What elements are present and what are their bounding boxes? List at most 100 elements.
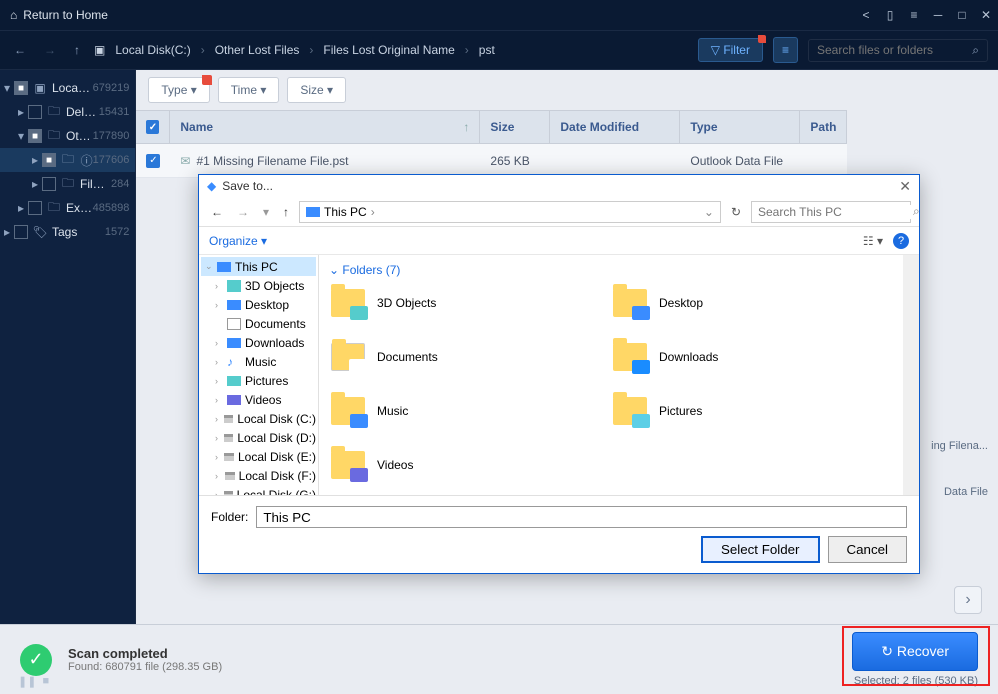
filter-size-button[interactable]: Size ▾ (287, 77, 346, 103)
maximize-icon[interactable]: □ (950, 8, 974, 22)
share-icon[interactable]: < (854, 8, 878, 22)
help-icon[interactable]: ? (893, 233, 909, 249)
tree-other[interactable]: ▾■🗀Other Lost Files177890 (0, 124, 135, 148)
row-type: Outlook Data File (680, 154, 800, 168)
folder-desktop[interactable]: Desktop (611, 285, 893, 321)
folder-input[interactable] (256, 506, 907, 528)
view-button[interactable]: ☷ ▾ (863, 234, 883, 248)
folder-videos[interactable]: Videos (329, 447, 611, 483)
sidebar-tree: ▾■▣Local Disk(C:)679219 ▸🗀Deleted Files1… (0, 70, 136, 624)
header-checkbox[interactable]: ✓ (146, 120, 159, 134)
search-input[interactable] (817, 43, 972, 57)
header-name[interactable]: Name↑ (170, 111, 480, 143)
tree-tags[interactable]: ▸🏷Tags1572 (0, 220, 135, 244)
layout-icon[interactable]: ▯ (878, 8, 902, 22)
crumb-1[interactable]: Other Lost Files (215, 43, 300, 57)
table-header: ✓ Name↑ Size Date Modified Type Path (136, 110, 847, 144)
close-icon[interactable]: ✕ (974, 8, 998, 22)
filter-badge (758, 35, 766, 43)
address-bar[interactable]: This PC › ⌄ (299, 201, 721, 223)
statusbar: ✓ Scan completed Found: 680791 file (298… (0, 624, 998, 694)
funnel-icon: ▽ (711, 43, 720, 57)
dlg-up-icon[interactable]: ↑ (279, 203, 293, 221)
dialog-close-icon[interactable]: ✕ (899, 178, 911, 195)
tree-existing[interactable]: ▸🗀Existing Files485898 (0, 196, 135, 220)
folder-3dobjects[interactable]: 3D Objects (329, 285, 611, 321)
dtree-music[interactable]: ›♪Music (201, 352, 316, 371)
header-type[interactable]: Type (680, 111, 800, 143)
dialog-tree: ⌄This PC ›3D Objects ›Desktop Documents … (199, 255, 319, 495)
dtree-drvG[interactable]: ›Local Disk (G:) (201, 485, 316, 495)
dialog-scrollbar[interactable] (903, 255, 919, 495)
crumb-2[interactable]: Files Lost Original Name (323, 43, 454, 57)
cancel-button[interactable]: Cancel (828, 536, 908, 563)
address-text: This PC (324, 205, 367, 219)
menu-icon[interactable]: ≡ (902, 8, 926, 22)
tree-root[interactable]: ▾■▣Local Disk(C:)679219 (0, 76, 135, 100)
filter-type-button[interactable]: Type ▾ (148, 77, 209, 103)
search-box[interactable]: ⌕ (808, 39, 988, 62)
dtree-drvD[interactable]: ›Local Disk (D:) (201, 428, 316, 447)
crumb-3[interactable]: pst (479, 43, 495, 57)
header-date[interactable]: Date Modified (550, 111, 680, 143)
view-mode-button[interactable]: ≡ (773, 37, 798, 63)
folder-downloads[interactable]: Downloads (611, 339, 893, 375)
recover-button[interactable]: ↻ Recover (852, 632, 978, 671)
table-row[interactable]: ✓ ✉#1 Missing Filename File.pst 265 KB O… (136, 144, 847, 178)
dialog-search-input[interactable] (758, 205, 913, 219)
folder-pictures[interactable]: Pictures (611, 393, 893, 429)
nav-back-icon[interactable]: ← (10, 39, 30, 61)
dtree-videos[interactable]: ›Videos (201, 390, 316, 409)
header-path[interactable]: Path (800, 111, 847, 143)
nav-forward-icon: → (40, 39, 60, 61)
mail-icon: ✉ (180, 154, 190, 168)
dtree-drvE[interactable]: ›Local Disk (E:) (201, 447, 316, 466)
crumb-0[interactable]: Local Disk(C:) (115, 43, 190, 57)
dlg-fwd-icon: → (233, 203, 253, 221)
dialog-search[interactable]: ⌕ (751, 201, 911, 223)
home-icon: ⌂ (10, 8, 17, 22)
nav-up-icon[interactable]: ↑ (70, 39, 84, 61)
titlebar: ⌂ Return to Home < ▯ ≡ ─ □ ✕ (0, 0, 998, 30)
organize-menu[interactable]: Organize ▾ (209, 234, 267, 248)
dtree-downloads[interactable]: ›Downloads (201, 333, 316, 352)
chevron-right-icon: › (371, 205, 375, 219)
minimize-icon[interactable]: ─ (926, 8, 950, 22)
row-checkbox[interactable]: ✓ (146, 154, 160, 168)
refresh-icon[interactable]: ↻ (727, 205, 745, 219)
tree-origname[interactable]: ▸■🗀Files Lost Origi...ⓘ177606 (0, 148, 135, 172)
status-title: Scan completed (68, 646, 222, 661)
folder-music[interactable]: Music (329, 393, 611, 429)
dtree-thispc[interactable]: ⌄This PC (201, 257, 316, 276)
filter-time-button[interactable]: Time ▾ (218, 77, 280, 103)
dialog-content: ⌄ Folders (7) 3D Objects Desktop Documen… (319, 255, 903, 495)
section-folders[interactable]: ⌄ Folders (7) (329, 263, 893, 277)
save-to-dialog: ◆ Save to... ✕ ← → ▾ ↑ This PC › ⌄ ↻ ⌕ O… (198, 174, 920, 574)
dtree-cube[interactable]: ›3D Objects (201, 276, 316, 295)
dlg-back-icon[interactable]: ← (207, 203, 227, 221)
dtree-drvC[interactable]: ›Local Disk (C:) (201, 409, 316, 428)
header-size[interactable]: Size (480, 111, 550, 143)
row-size: 265 KB (480, 154, 550, 168)
dialog-title: Save to... (222, 179, 273, 193)
dtree-docs[interactable]: Documents (201, 314, 316, 333)
media-controls: ❚❚ ■ (18, 675, 49, 688)
tree-deleted[interactable]: ▸🗀Deleted Files15431 (0, 100, 135, 124)
dtree-drvF[interactable]: ›Local Disk (F:) (201, 466, 316, 485)
help-icon[interactable]: ⓘ (81, 152, 93, 169)
combo-down-icon[interactable]: ⌄ (704, 205, 714, 219)
select-folder-button[interactable]: Select Folder (701, 536, 820, 563)
navbar: ← → ↑ ▣ Local Disk(C:)› Other Lost Files… (0, 30, 998, 70)
dtree-desktop[interactable]: ›Desktop (201, 295, 316, 314)
pager-next-button[interactable]: › (954, 586, 982, 614)
stop-icon[interactable]: ■ (42, 675, 49, 688)
peek-type: Data File (944, 486, 988, 498)
dlg-recent-icon[interactable]: ▾ (259, 203, 273, 221)
dtree-pics[interactable]: ›Pictures (201, 371, 316, 390)
folder-documents[interactable]: Documents (329, 339, 611, 375)
pause-icon[interactable]: ❚❚ (18, 675, 36, 688)
return-home-button[interactable]: ⌂ Return to Home (0, 8, 118, 22)
status-found: Found: 680791 file (298.35 GB) (68, 661, 222, 673)
tree-origdir[interactable]: ▸🗀Files Lost Original Dire...284 (0, 172, 135, 196)
filter-button[interactable]: ▽ Filter (698, 38, 763, 62)
